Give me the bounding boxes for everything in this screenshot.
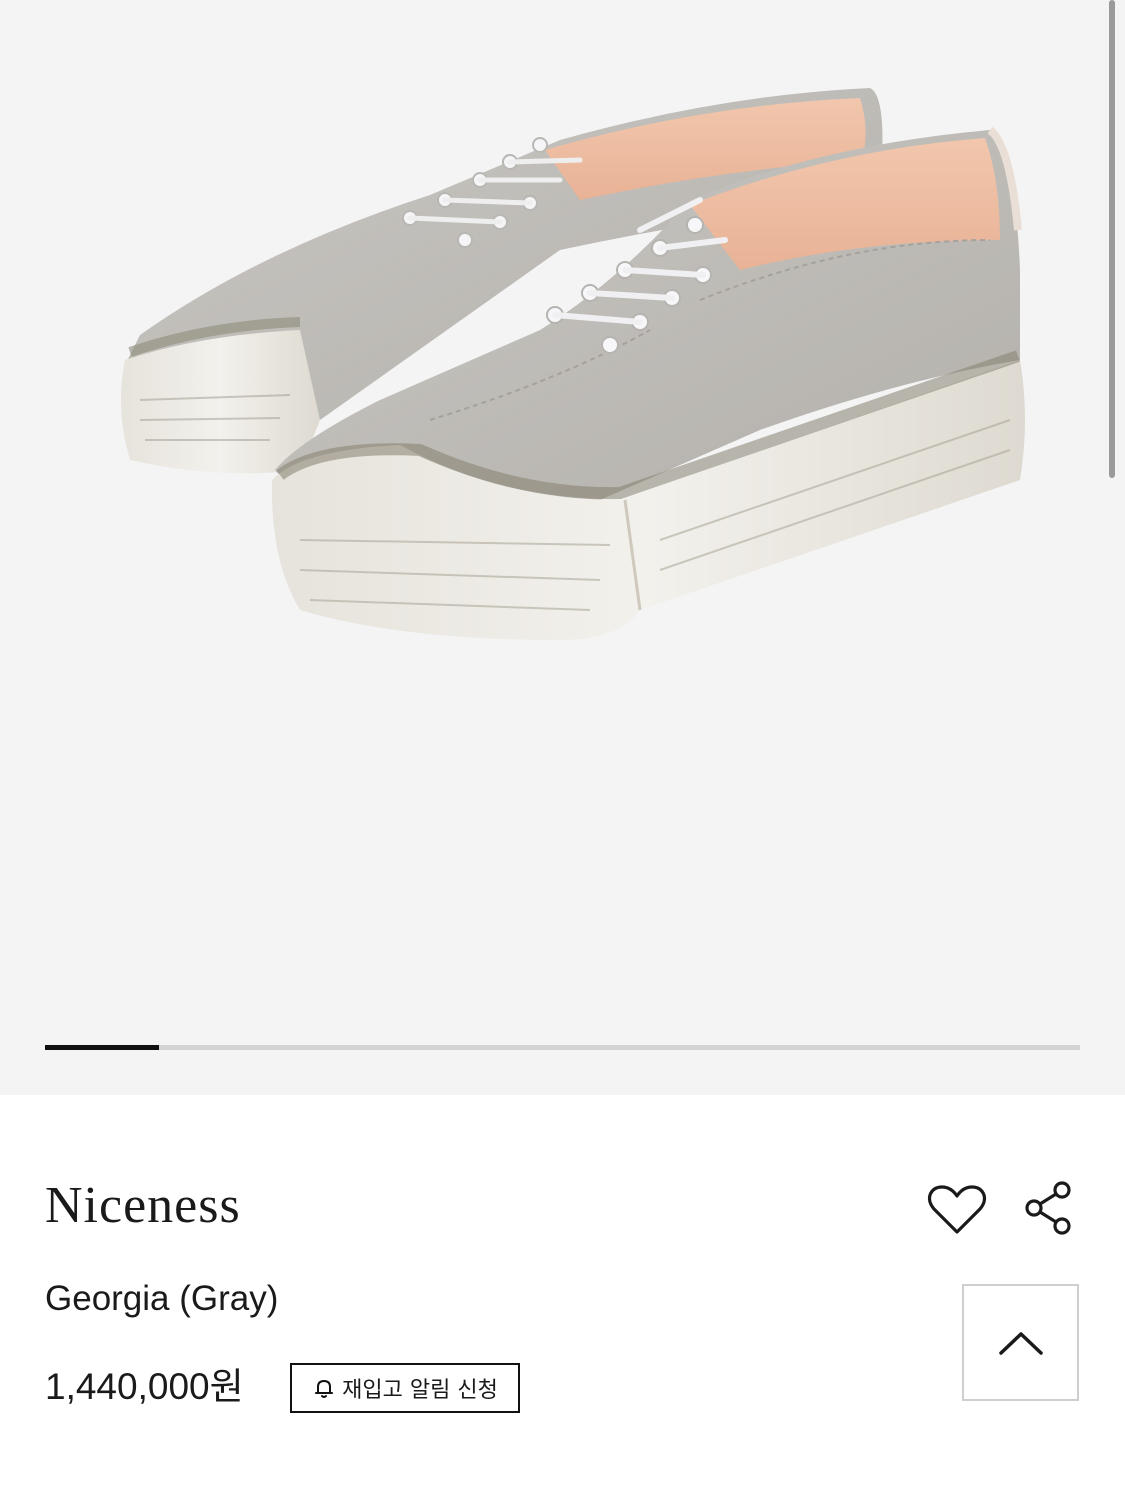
- product-image: [121, 88, 1025, 640]
- wishlist-button[interactable]: [925, 1178, 989, 1242]
- product-price: 1,440,000원: [45, 1366, 244, 1407]
- chevron-up-icon: [998, 1331, 1043, 1355]
- product-image-gallery[interactable]: [0, 0, 1125, 1095]
- heart-icon: [927, 1185, 987, 1234]
- product-detail-page: Niceness Georgia (Gray) 1,440,000원 재입고 알…: [0, 0, 1125, 1490]
- gallery-progress-track: [45, 1045, 1080, 1050]
- bell-icon: [315, 1380, 334, 1398]
- brand-name[interactable]: Niceness: [45, 1180, 241, 1232]
- product-title: Georgia (Gray): [45, 1279, 279, 1318]
- share-button[interactable]: [1018, 1178, 1078, 1238]
- page-scrollbar[interactable]: [1109, 0, 1115, 478]
- restock-alert-button[interactable]: 재입고 알림 신청: [290, 1363, 520, 1413]
- gallery-progress-fill: [45, 1045, 159, 1050]
- restock-alert-label: 재입고 알림 신청: [342, 1378, 498, 1403]
- share-icon: [1025, 1181, 1071, 1235]
- scroll-to-top-button[interactable]: [962, 1284, 1079, 1401]
